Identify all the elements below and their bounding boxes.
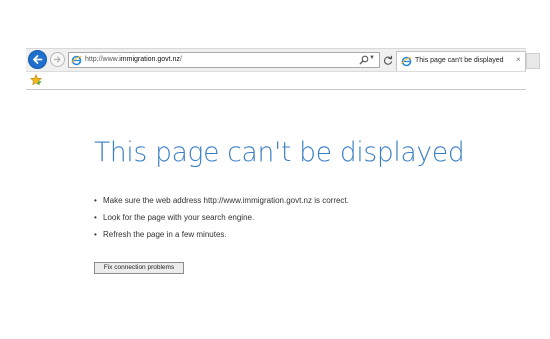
new-tab-button[interactable] [526,53,540,69]
tab-active[interactable]: This page can't be displayed × [396,51,526,71]
favorites-star-icon[interactable] [30,74,42,86]
favorites-bar [26,71,526,89]
internet-explorer-icon [401,56,412,67]
browser-chrome: http://www.immigration.govt.nz/ ▼ This p… [26,48,540,90]
internet-explorer-icon [71,55,82,66]
url-text: http://www.immigration.govt.nz/ [85,54,182,66]
navigation-bar: http://www.immigration.govt.nz/ ▼ This p… [26,49,540,71]
back-button[interactable] [28,50,47,69]
url-domain: immigration.govt.nz [119,56,180,63]
back-arrow-icon [33,55,43,64]
address-bar[interactable]: http://www.immigration.govt.nz/ ▼ [68,52,380,68]
forward-button[interactable] [50,52,65,67]
forward-arrow-icon [53,56,61,63]
tip-check-address: Make sure the web address http://www.imm… [94,192,349,209]
url-suffix: / [179,56,182,63]
tip-refresh: Refresh the page in a few minutes. [94,226,349,243]
troubleshooting-list: Make sure the web address http://www.imm… [94,192,349,243]
tab-title: This page can't be displayed [415,57,504,64]
tip-search-engine: Look for the page with your search engin… [94,209,349,226]
error-page-title: This page can't be displayed [94,137,465,168]
refresh-icon[interactable] [383,55,393,65]
url-prefix: http://www. [85,56,120,63]
dropdown-icon[interactable]: ▼ [369,55,375,61]
browser-window: http://www.immigration.govt.nz/ ▼ This p… [0,0,550,339]
fix-connection-problems-button[interactable]: Fix connection problems [94,262,184,274]
tab-close-icon[interactable]: × [516,55,521,65]
search-icon[interactable] [359,55,369,65]
